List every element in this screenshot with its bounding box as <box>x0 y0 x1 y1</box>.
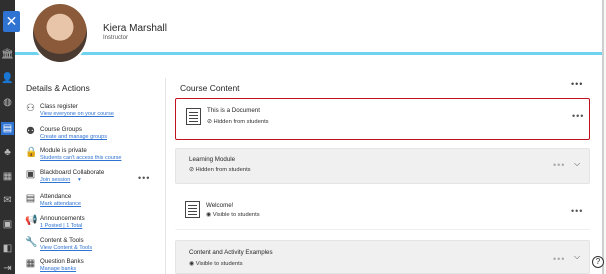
content-item-document[interactable]: This is a Document ⊘ Hidden from student… <box>175 98 590 140</box>
item-link[interactable]: 1 Posted | 1 Total <box>40 223 82 229</box>
collaborate-icon: ▣ <box>25 169 36 180</box>
scrollbar[interactable] <box>602 0 604 274</box>
messages-icon[interactable]: ✉ <box>1 194 14 207</box>
document-icon <box>185 201 200 218</box>
visible-eye-icon: ◉ <box>206 212 212 218</box>
avatar <box>31 2 89 64</box>
chevron-down-icon[interactable]: ⌵ <box>574 252 580 262</box>
course-header: Kiera Marshall Instructor <box>15 0 604 64</box>
visible-eye-icon: ◉ <box>189 261 195 267</box>
signout-icon[interactable]: ⇥ <box>1 262 14 274</box>
grades-icon[interactable]: ▣ <box>1 218 14 231</box>
document-more-button[interactable]: ••• <box>572 111 584 121</box>
wrench-icon: 🔧 <box>25 237 38 248</box>
column-divider <box>165 78 166 274</box>
lock-icon: 🔒 <box>25 147 38 158</box>
app-sidebar: 🏛 👤 ◍ ▤ ♣ ▦ ✉ ▣ ◧ ⇥ <box>0 0 15 274</box>
visibility-label: Visible to students <box>195 261 243 267</box>
content-item-title[interactable]: Learning Module <box>189 156 235 163</box>
item-title: Class register <box>40 103 78 110</box>
examples-more-button[interactable]: ••• <box>553 254 565 264</box>
item-title: Question Banks <box>40 258 84 265</box>
tools-icon[interactable]: ◧ <box>1 242 14 255</box>
content-item-learning-module[interactable]: Learning Module ⊘ Hidden from students •… <box>175 148 590 184</box>
course-content-heading: Course Content <box>180 83 240 93</box>
item-title: Attendance <box>40 193 72 200</box>
content-item-title[interactable]: Welcome! <box>206 202 233 209</box>
visibility-label: Hidden from students <box>213 119 269 125</box>
help-icon[interactable]: ? <box>592 256 604 268</box>
hidden-eye-icon: ⊘ <box>207 119 212 125</box>
item-link[interactable]: Create and manage groups <box>40 134 107 140</box>
item-link[interactable]: Manage banks <box>40 266 76 272</box>
instructor-role: Instructor <box>103 35 129 41</box>
details-heading: Details & Actions <box>26 83 90 93</box>
visibility-status[interactable]: ⊘ Hidden from students <box>189 167 251 173</box>
visibility-label: Visible to students <box>212 212 260 218</box>
chevron-down-icon[interactable]: ▾ <box>78 177 81 183</box>
item-title: Module is private <box>40 147 87 154</box>
globe-icon[interactable]: ◍ <box>1 96 14 109</box>
attendance-icon: ▤ <box>25 193 36 204</box>
content-item-welcome[interactable]: Welcome! ◉ Visible to students ••• <box>175 194 590 230</box>
course-panel: Kiera Marshall Instructor Details & Acti… <box>15 0 604 274</box>
instructor-name: Kiera Marshall <box>103 23 167 34</box>
item-link[interactable]: View everyone on your course <box>40 111 114 117</box>
item-link[interactable]: View Content & Tools <box>40 245 92 251</box>
item-link[interactable]: Join session <box>40 177 70 183</box>
bank-icon: ▦ <box>25 258 36 269</box>
visibility-label: Hidden from students <box>195 167 251 173</box>
institution-icon[interactable]: 🏛 <box>1 48 14 61</box>
users-icon: ⚇ <box>26 103 35 114</box>
calendar-icon[interactable]: ▦ <box>1 170 14 183</box>
megaphone-icon: 📢 <box>25 215 38 226</box>
document-icon <box>186 108 201 125</box>
visibility-status[interactable]: ◉ Visible to students <box>189 261 243 267</box>
courses-icon[interactable]: ▤ <box>1 122 14 135</box>
organizations-icon[interactable]: ♣ <box>1 146 14 159</box>
item-title: Course Groups <box>40 126 82 133</box>
item-title: Blackboard Collaborate <box>40 169 105 176</box>
module-more-button[interactable]: ••• <box>553 160 565 170</box>
visibility-status[interactable]: ⊘ Hidden from students <box>207 119 269 125</box>
profile-icon[interactable]: 👤 <box>1 72 14 85</box>
collaborate-more-button[interactable]: ••• <box>138 173 150 183</box>
content-item-title[interactable]: Content and Activity Examples <box>189 249 273 256</box>
close-panel-button[interactable]: ✕ <box>3 11 20 32</box>
item-title: Announcements <box>40 215 85 222</box>
close-icon: ✕ <box>5 13 18 29</box>
visibility-status[interactable]: ◉ Visible to students <box>206 212 260 218</box>
item-link[interactable]: Mark attendance <box>40 201 81 207</box>
hidden-eye-icon: ⊘ <box>189 167 194 173</box>
content-item-title[interactable]: This is a Document <box>207 107 260 114</box>
groups-icon: ⚉ <box>26 126 35 137</box>
course-content-more-button[interactable]: ••• <box>571 79 583 89</box>
item-link[interactable]: Students can't access this course <box>40 155 121 161</box>
content-item-examples[interactable]: Content and Activity Examples ◉ Visible … <box>175 240 590 274</box>
chevron-down-icon[interactable]: ⌵ <box>574 159 580 169</box>
item-title: Content & Tools <box>40 237 84 244</box>
welcome-more-button[interactable]: ••• <box>571 206 583 216</box>
